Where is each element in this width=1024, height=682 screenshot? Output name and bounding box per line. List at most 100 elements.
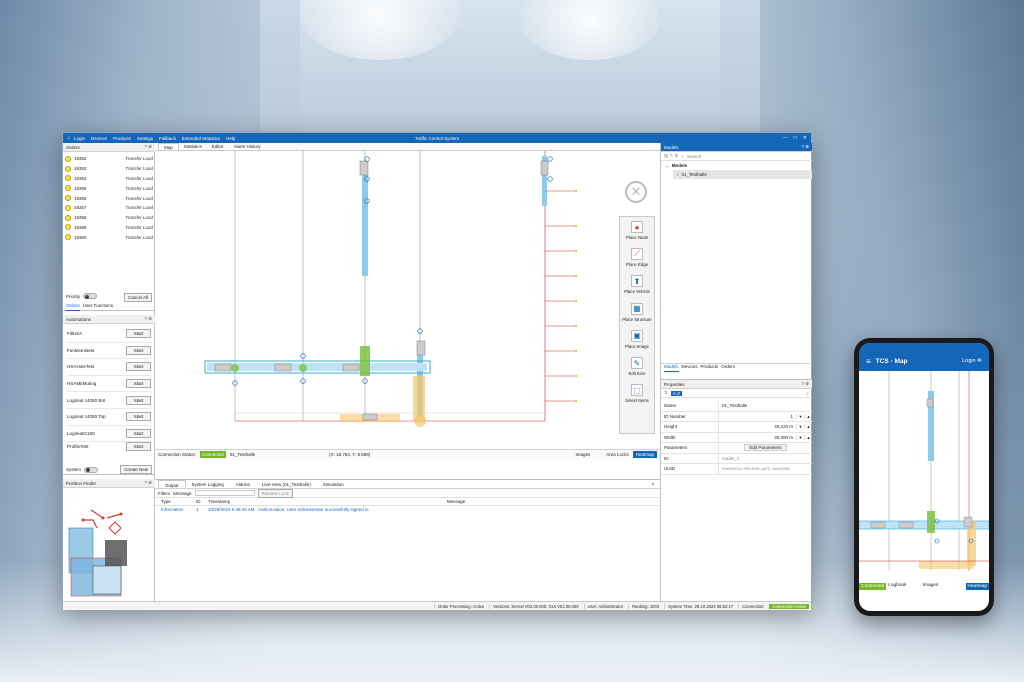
order-row[interactable]: 19356 Transfer Load — [65, 193, 153, 203]
tab-user-functions[interactable]: User Functions — [83, 303, 113, 311]
system-toggle[interactable] — [84, 466, 99, 473]
tab-editor[interactable]: Editor — [207, 143, 229, 150]
start-button[interactable]: Start — [126, 345, 151, 355]
tab-orders[interactable]: Orders — [66, 303, 80, 311]
tab-system-logging[interactable]: System Logging — [186, 480, 230, 488]
menu-products[interactable]: Products — [113, 136, 131, 141]
tree-item-model[interactable]: › 01_Testhalle — [673, 170, 812, 179]
menu-devices[interactable]: Devices — [91, 136, 107, 141]
edit-parameters-button[interactable]: Edit Parameters — [744, 444, 787, 452]
search-input[interactable]: Search — [687, 154, 701, 159]
home-icon[interactable]: ⌂ — [67, 135, 70, 141]
help-pin-icon[interactable]: ? ⊕ — [801, 381, 809, 387]
help-pin-icon[interactable]: ? ⊕ — [144, 144, 152, 150]
start-button[interactable]: Start — [126, 412, 151, 422]
order-row[interactable]: 19360 Transfer Load — [65, 232, 153, 242]
close-mode-icon[interactable]: ✕ — [625, 181, 647, 203]
spinner-down-icon[interactable]: ▼ — [796, 424, 804, 430]
menu-login[interactable]: Login — [74, 136, 85, 141]
release-lock-button[interactable]: Release Lock — [257, 488, 293, 498]
order-row[interactable]: 19357 Transfer Load — [65, 203, 153, 213]
tab-simulation[interactable]: Simulation — [317, 480, 350, 488]
node-icon: ● — [631, 221, 643, 234]
tab-alarm-history[interactable]: Alarm History — [229, 143, 266, 150]
position-finder-title: Position Finder — [66, 480, 97, 486]
height-field[interactable]: 40,220 m — [718, 422, 796, 432]
position-finder-preview[interactable] — [63, 488, 155, 601]
phone-login-button[interactable]: Login ⎆ — [962, 358, 982, 365]
close-icon[interactable]: ✕ — [803, 135, 807, 141]
tab-live-view[interactable]: Live-View (01_Testhalle) — [256, 480, 317, 488]
models-panel: Models ? ⊕ ▤ ✎ ⊕ ⌕ Search ⌄ Models › 01_Te… — [661, 143, 812, 363]
order-row[interactable]: 19358 Transfer Load — [65, 213, 153, 223]
tab-statistics[interactable]: Statistics — [179, 143, 207, 150]
message-filter-input[interactable] — [194, 490, 255, 496]
place-node-button[interactable]: ● Place Node — [620, 217, 654, 244]
name-field[interactable]: 01_Testhalle — [718, 401, 812, 411]
filters-label[interactable]: Filters — [158, 491, 170, 496]
images-toggle[interactable]: Images — [575, 452, 590, 457]
order-row[interactable]: 19353 Transfer Load — [65, 164, 153, 174]
hamburger-menu-icon[interactable]: ≡ — [866, 357, 871, 366]
help-pin-icon[interactable]: ? ⊕ — [144, 480, 152, 486]
menu-fallback[interactable]: Fallback — [159, 136, 176, 141]
heatmap-button[interactable]: Heatmap — [632, 451, 657, 458]
map-canvas[interactable]: ✕ ● Place Node ⟋ Place Edge ⬆ Place Vehicle… — [155, 151, 660, 449]
spinner-up-icon[interactable]: ▲ — [804, 434, 812, 440]
phone-map[interactable] — [859, 371, 989, 579]
edit-item-button[interactable]: ✎ Edit Item — [620, 353, 654, 380]
spinner-up-icon[interactable]: ▲ — [804, 424, 812, 430]
place-edge-button[interactable]: ⟋ Place Edge — [620, 244, 654, 271]
place-image-button[interactable]: ▣ Place Image — [620, 326, 654, 353]
area-locks-toggle[interactable]: Area Locks — [606, 452, 629, 457]
properties-title: Properties — [664, 381, 685, 387]
phone-heatmap-button[interactable]: Heatmap — [965, 583, 989, 590]
select-items-button[interactable]: ⬚ Select Items — [620, 380, 654, 407]
spinner-up-icon[interactable]: ▲ — [804, 413, 812, 419]
tab-orders-right[interactable]: Orders — [721, 364, 735, 372]
tree-root[interactable]: ⌄ Models — [661, 161, 812, 170]
start-button[interactable]: Start — [126, 395, 151, 405]
start-button[interactable]: Start — [126, 379, 151, 389]
tab-output[interactable]: Output — [158, 480, 186, 488]
phone-images-tab[interactable]: Images — [923, 583, 939, 588]
order-row[interactable]: 19359 Transfer Load — [65, 223, 153, 233]
maximize-icon[interactable]: □ — [794, 135, 797, 141]
priority-toggle[interactable] — [83, 293, 98, 299]
output-filters: Filters Message Release Lock — [155, 488, 660, 498]
phone-logbook-tab[interactable]: Logbook — [888, 583, 906, 588]
order-row[interactable]: 19355 Transfer Load — [65, 183, 153, 193]
selection-icon: ⬚ — [631, 384, 643, 397]
place-vehicle-button[interactable]: ⬆ Place Vehicle — [620, 271, 654, 298]
start-button[interactable]: Start — [126, 329, 151, 339]
start-button[interactable]: Start — [126, 428, 151, 438]
width-field[interactable]: 30,000 m — [718, 432, 796, 442]
id-number-field[interactable]: 1 — [718, 411, 796, 421]
place-structure-button[interactable]: ▦ Place Structure — [620, 299, 654, 326]
sort-icon[interactable]: ⇅ — [664, 390, 668, 396]
table-row[interactable]: Information 1 10/29/2024 6:48:49 AM Auth… — [155, 506, 660, 513]
spinner-down-icon[interactable]: ▼ — [796, 413, 804, 419]
tools-icon[interactable]: ▤ ✎ ⊕ — [664, 153, 678, 159]
spinner-down-icon[interactable]: ▼ — [796, 434, 804, 440]
tab-map[interactable]: Map — [158, 143, 179, 150]
menu-settings[interactable]: Settings — [137, 136, 153, 141]
cancel-all-button[interactable]: Cancel All — [123, 293, 152, 302]
priority-control: Priority — [66, 293, 98, 299]
create-new-button[interactable]: Create New — [120, 465, 152, 474]
help-icon[interactable]: ? — [645, 480, 660, 488]
tab-devices[interactable]: Devices — [682, 364, 698, 372]
start-button[interactable]: Start — [126, 441, 151, 451]
help-pin-icon[interactable]: ? ⊕ — [144, 316, 152, 322]
menu-help[interactable]: Help — [226, 136, 235, 141]
menu-extended-statistics[interactable]: Extended Statistics — [182, 136, 220, 141]
start-button[interactable]: Start — [126, 362, 151, 372]
property-filter-input[interactable]: A-Z — [670, 390, 683, 396]
help-pin-icon[interactable]: ? ⊕ — [801, 144, 809, 150]
order-row[interactable]: 19352 Transfer Load — [65, 154, 153, 164]
tab-alarms[interactable]: Alarms — [230, 480, 256, 488]
tab-models[interactable]: Models — [664, 364, 679, 372]
tab-products[interactable]: Products — [701, 364, 719, 372]
order-row[interactable]: 19354 Transfer Load — [65, 174, 153, 184]
minimize-icon[interactable]: — — [783, 135, 788, 141]
